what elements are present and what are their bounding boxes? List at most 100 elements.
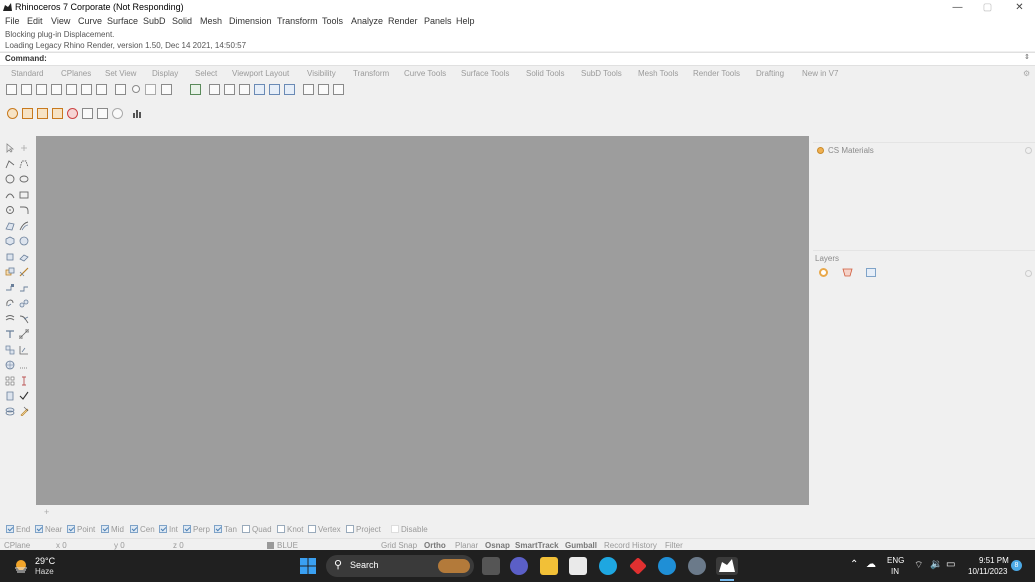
red-app-icon[interactable]	[629, 557, 647, 575]
osnap-quad[interactable]: Quad	[242, 525, 272, 534]
circle-icon[interactable]	[5, 174, 15, 184]
menu-analyze[interactable]: Analyze	[351, 16, 383, 26]
checkbox-icon[interactable]	[101, 525, 109, 533]
checkbox-icon[interactable]	[183, 525, 191, 533]
sync-views-icon[interactable]	[284, 84, 295, 95]
checkbox-icon[interactable]	[159, 525, 167, 533]
minimize-button[interactable]: —	[942, 0, 973, 15]
gumball-toggle[interactable]: Gumball	[565, 541, 597, 550]
grid-snap-toggle[interactable]: Grid Snap	[381, 541, 417, 550]
zoom-icon[interactable]	[132, 85, 140, 93]
rectangle-icon[interactable]	[19, 190, 29, 200]
checkbox-icon[interactable]	[67, 525, 75, 533]
microsoft-store-icon[interactable]	[569, 557, 587, 575]
scale-icon[interactable]	[19, 298, 29, 308]
layer-filter-icon[interactable]	[866, 268, 876, 277]
paint-icon[interactable]	[19, 406, 29, 417]
viewport[interactable]	[36, 136, 809, 505]
weather-icon[interactable]	[12, 557, 30, 575]
offset-icon[interactable]	[5, 314, 15, 324]
tab-mesh-tools[interactable]: Mesh Tools	[638, 69, 678, 78]
tab-standard[interactable]: Standard	[11, 69, 43, 78]
menu-file[interactable]: File	[5, 16, 20, 26]
language-region[interactable]: IN	[891, 567, 899, 576]
osnap-tan[interactable]: Tan	[214, 525, 237, 534]
language-code[interactable]: ENG	[887, 556, 904, 565]
tab-cplanes[interactable]: CPlanes	[61, 69, 91, 78]
cylinder-icon[interactable]	[5, 252, 15, 262]
menu-view[interactable]: View	[51, 16, 70, 26]
point-icon[interactable]	[19, 143, 29, 153]
menu-dimension[interactable]: Dimension	[229, 16, 272, 26]
polygon-icon[interactable]	[5, 205, 15, 215]
new-viewport-icon[interactable]	[66, 84, 77, 95]
tab-display[interactable]: Display	[152, 69, 178, 78]
extrude-curve-icon[interactable]	[19, 221, 29, 231]
tab-new-in-v7[interactable]: New in V7	[802, 69, 838, 78]
menu-edit[interactable]: Edit	[27, 16, 43, 26]
wifi-icon[interactable]: ⌔	[914, 559, 923, 572]
split-horizontal-icon[interactable]	[36, 84, 47, 95]
sphere-icon[interactable]	[19, 236, 29, 246]
chrome-canary-icon[interactable]	[599, 557, 617, 575]
osnap-cen[interactable]: Cen	[130, 525, 155, 534]
gear-icon[interactable]: ⚙	[1023, 69, 1030, 78]
array-icon[interactable]	[5, 376, 15, 386]
taskbar-search-box[interactable]: ⚲ Search	[326, 555, 474, 577]
print-icon[interactable]	[303, 84, 314, 95]
render-mesh-icon[interactable]	[5, 360, 15, 370]
materials-panel-title[interactable]: CS Materials	[828, 146, 874, 155]
osnap-knot[interactable]: Knot	[277, 525, 303, 534]
menu-render[interactable]: Render	[388, 16, 418, 26]
viewport-properties-icon[interactable]	[318, 84, 329, 95]
checkbox-icon[interactable]	[130, 525, 138, 533]
menu-tools[interactable]: Tools	[322, 16, 343, 26]
ellipse-icon[interactable]	[19, 174, 29, 184]
tab-render-tools[interactable]: Render Tools	[693, 69, 740, 78]
properties-icon[interactable]	[19, 376, 29, 386]
floating-viewport-icon[interactable]	[81, 84, 92, 95]
detail-view-icon[interactable]	[224, 84, 235, 95]
checkbox-icon[interactable]	[242, 525, 250, 533]
group-icon[interactable]	[5, 345, 15, 355]
analyze-icon[interactable]	[19, 345, 29, 355]
osnap-end[interactable]: End	[6, 525, 30, 534]
box-icon[interactable]	[5, 236, 15, 246]
checkbox-icon[interactable]	[35, 525, 43, 533]
edge-browser-icon[interactable]	[658, 557, 676, 575]
settings-icon[interactable]	[688, 557, 706, 575]
checkbox-icon[interactable]	[308, 525, 316, 533]
checkbox-icon[interactable]	[214, 525, 222, 533]
bar-chart-icon[interactable]	[132, 108, 142, 118]
teams-chat-icon[interactable]	[510, 557, 528, 575]
arc-icon[interactable]	[5, 190, 15, 200]
close-button[interactable]: ✕	[1004, 0, 1035, 15]
environment-icon[interactable]	[67, 108, 78, 119]
checkbox-icon[interactable]	[346, 525, 354, 533]
menu-surface[interactable]: Surface	[107, 16, 138, 26]
windows-start-icon[interactable]	[300, 558, 316, 574]
rotate-icon[interactable]	[5, 298, 15, 308]
menu-solid[interactable]: Solid	[172, 16, 192, 26]
panel-options-icon[interactable]	[1025, 147, 1032, 154]
clock-time[interactable]: 9:51 PM	[979, 556, 1009, 565]
file-explorer-icon[interactable]	[540, 557, 558, 575]
new-layer-icon[interactable]	[819, 268, 828, 277]
render-window-icon[interactable]	[22, 108, 33, 119]
tab-subd-tools[interactable]: SubD Tools	[581, 69, 622, 78]
tab-transform[interactable]: Transform	[353, 69, 389, 78]
panel-options-icon[interactable]	[1025, 270, 1032, 277]
close-viewport-icon[interactable]	[333, 84, 344, 95]
grid-viewport-icon[interactable]	[115, 84, 126, 95]
maximize-button[interactable]: ▢	[972, 0, 1003, 15]
block-icon[interactable]	[5, 391, 15, 401]
planar-toggle[interactable]: Planar	[455, 541, 478, 550]
osnap-perp[interactable]: Perp	[183, 525, 210, 534]
text-icon[interactable]	[5, 329, 15, 339]
osnap-vertex[interactable]: Vertex	[308, 525, 341, 534]
sun-icon[interactable]	[112, 108, 123, 119]
move-icon[interactable]	[5, 283, 15, 293]
curve-icon[interactable]	[19, 159, 29, 169]
copy-icon[interactable]	[19, 283, 29, 293]
mesh-icon[interactable]	[19, 252, 29, 262]
